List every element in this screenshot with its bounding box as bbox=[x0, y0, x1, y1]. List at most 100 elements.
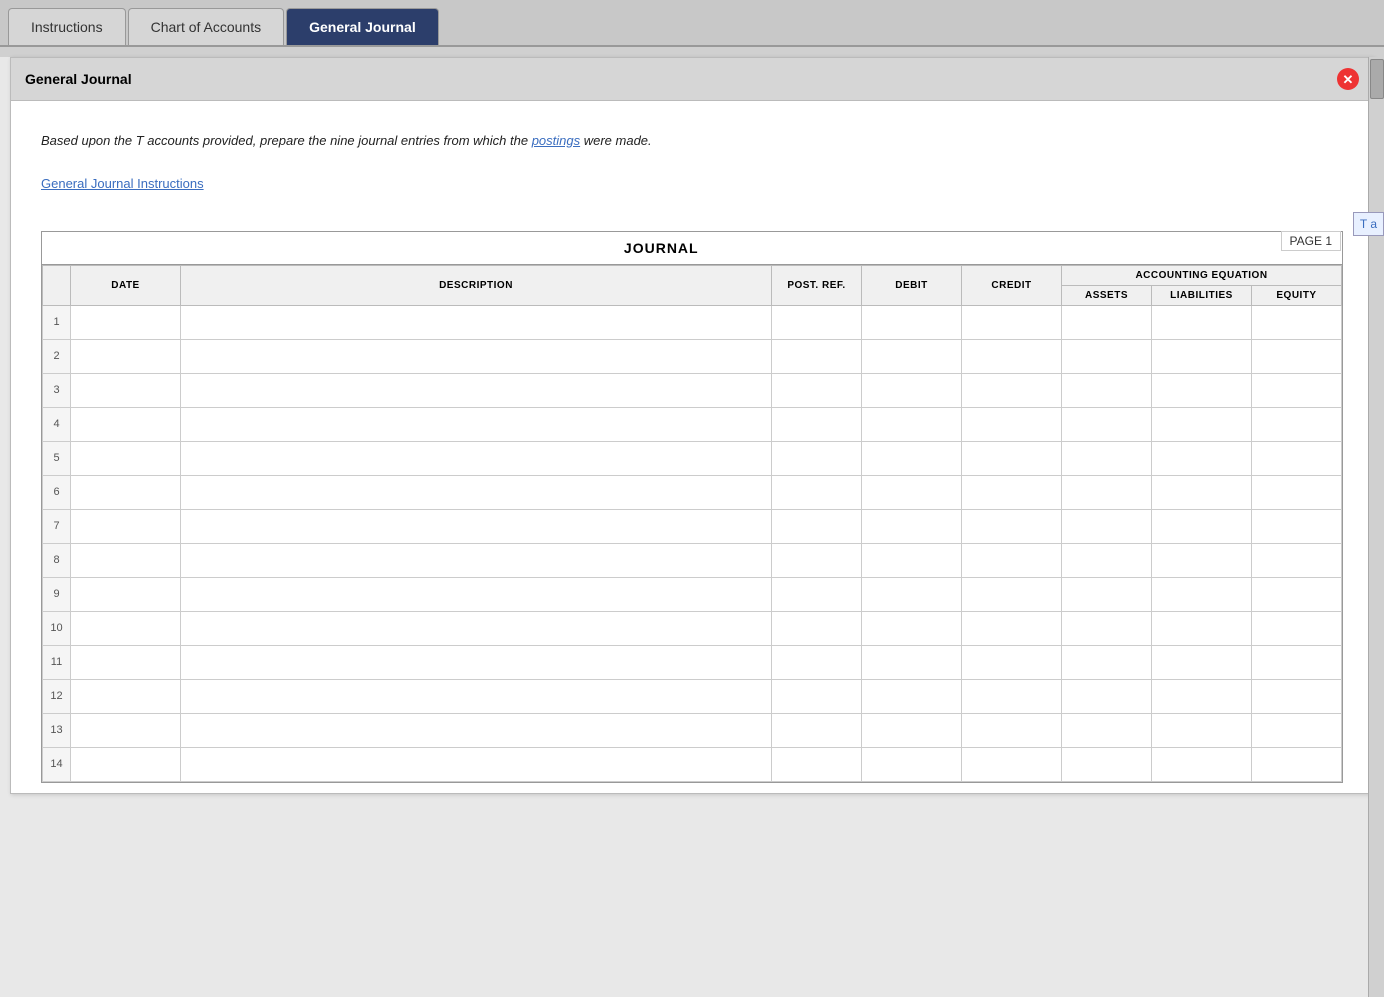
cell-input-col-postref[interactable] bbox=[776, 723, 857, 737]
close-button[interactable]: ✕ bbox=[1337, 68, 1359, 90]
cell-input-col-date[interactable] bbox=[75, 689, 176, 703]
cell-input-col-postref[interactable] bbox=[776, 621, 857, 635]
cell-input-col-credit[interactable] bbox=[966, 315, 1057, 329]
cell-input-col-postref[interactable] bbox=[776, 451, 857, 465]
cell-input-col-assets[interactable] bbox=[1066, 349, 1147, 363]
cell-input-col-date[interactable] bbox=[75, 349, 176, 363]
cell-input-col-assets[interactable] bbox=[1066, 757, 1147, 771]
cell-input-col-date[interactable] bbox=[75, 519, 176, 533]
cell-input-col-equity[interactable] bbox=[1256, 655, 1337, 669]
cell-input-col-credit[interactable] bbox=[966, 587, 1057, 601]
tab-general-journal[interactable]: General Journal bbox=[286, 8, 439, 45]
cell-input-col-postref[interactable] bbox=[776, 655, 857, 669]
cell-input-col-debit[interactable] bbox=[866, 689, 957, 703]
cell-input-col-credit[interactable] bbox=[966, 655, 1057, 669]
cell-input-col-date[interactable] bbox=[75, 553, 176, 567]
cell-input-col-postref[interactable] bbox=[776, 757, 857, 771]
cell-input-col-equity[interactable] bbox=[1256, 723, 1337, 737]
cell-input-col-equity[interactable] bbox=[1256, 689, 1337, 703]
cell-input-col-date[interactable] bbox=[75, 757, 176, 771]
tab-chart-of-accounts[interactable]: Chart of Accounts bbox=[128, 8, 285, 45]
cell-input-col-desc[interactable] bbox=[185, 349, 767, 363]
cell-input-col-date[interactable] bbox=[75, 417, 176, 431]
cell-input-col-equity[interactable] bbox=[1256, 757, 1337, 771]
cell-input-col-equity[interactable] bbox=[1256, 621, 1337, 635]
cell-input-col-postref[interactable] bbox=[776, 553, 857, 567]
cell-input-col-debit[interactable] bbox=[866, 723, 957, 737]
cell-input-col-postref[interactable] bbox=[776, 383, 857, 397]
right-panel-hint[interactable]: T a bbox=[1353, 212, 1384, 236]
cell-input-col-credit[interactable] bbox=[966, 417, 1057, 431]
cell-input-col-desc[interactable] bbox=[185, 621, 767, 635]
cell-input-col-postref[interactable] bbox=[776, 315, 857, 329]
cell-input-col-desc[interactable] bbox=[185, 485, 767, 499]
scrollbar[interactable] bbox=[1368, 57, 1384, 997]
cell-input-col-liabilities[interactable] bbox=[1156, 553, 1247, 567]
cell-input-col-assets[interactable] bbox=[1066, 723, 1147, 737]
cell-input-col-date[interactable] bbox=[75, 587, 176, 601]
cell-input-col-equity[interactable] bbox=[1256, 383, 1337, 397]
cell-input-col-date[interactable] bbox=[75, 655, 176, 669]
cell-input-col-debit[interactable] bbox=[866, 315, 957, 329]
cell-input-col-desc[interactable] bbox=[185, 315, 767, 329]
cell-input-col-debit[interactable] bbox=[866, 621, 957, 635]
cell-input-col-postref[interactable] bbox=[776, 485, 857, 499]
cell-input-col-liabilities[interactable] bbox=[1156, 349, 1247, 363]
cell-input-col-equity[interactable] bbox=[1256, 417, 1337, 431]
cell-input-col-equity[interactable] bbox=[1256, 485, 1337, 499]
cell-input-col-date[interactable] bbox=[75, 315, 176, 329]
cell-input-col-date[interactable] bbox=[75, 621, 176, 635]
cell-input-col-liabilities[interactable] bbox=[1156, 757, 1247, 771]
cell-input-col-debit[interactable] bbox=[866, 349, 957, 363]
cell-input-col-date[interactable] bbox=[75, 383, 176, 397]
cell-input-col-credit[interactable] bbox=[966, 553, 1057, 567]
cell-input-col-liabilities[interactable] bbox=[1156, 383, 1247, 397]
cell-input-col-liabilities[interactable] bbox=[1156, 315, 1247, 329]
cell-input-col-debit[interactable] bbox=[866, 519, 957, 533]
cell-input-col-debit[interactable] bbox=[866, 553, 957, 567]
cell-input-col-desc[interactable] bbox=[185, 723, 767, 737]
cell-input-col-credit[interactable] bbox=[966, 451, 1057, 465]
cell-input-col-debit[interactable] bbox=[866, 485, 957, 499]
cell-input-col-debit[interactable] bbox=[866, 587, 957, 601]
cell-input-col-postref[interactable] bbox=[776, 417, 857, 431]
cell-input-col-assets[interactable] bbox=[1066, 553, 1147, 567]
cell-input-col-equity[interactable] bbox=[1256, 451, 1337, 465]
cell-input-col-credit[interactable] bbox=[966, 383, 1057, 397]
cell-input-col-desc[interactable] bbox=[185, 689, 767, 703]
cell-input-col-desc[interactable] bbox=[185, 383, 767, 397]
cell-input-col-assets[interactable] bbox=[1066, 315, 1147, 329]
cell-input-col-date[interactable] bbox=[75, 485, 176, 499]
cell-input-col-liabilities[interactable] bbox=[1156, 723, 1247, 737]
cell-input-col-equity[interactable] bbox=[1256, 315, 1337, 329]
cell-input-col-postref[interactable] bbox=[776, 689, 857, 703]
cell-input-col-liabilities[interactable] bbox=[1156, 621, 1247, 635]
cell-input-col-credit[interactable] bbox=[966, 723, 1057, 737]
cell-input-col-assets[interactable] bbox=[1066, 621, 1147, 635]
scrollbar-thumb[interactable] bbox=[1370, 59, 1384, 99]
cell-input-col-credit[interactable] bbox=[966, 689, 1057, 703]
cell-input-col-equity[interactable] bbox=[1256, 553, 1337, 567]
cell-input-col-debit[interactable] bbox=[866, 383, 957, 397]
cell-input-col-credit[interactable] bbox=[966, 349, 1057, 363]
cell-input-col-postref[interactable] bbox=[776, 519, 857, 533]
cell-input-col-postref[interactable] bbox=[776, 587, 857, 601]
tab-instructions[interactable]: Instructions bbox=[8, 8, 126, 45]
cell-input-col-liabilities[interactable] bbox=[1156, 689, 1247, 703]
cell-input-col-debit[interactable] bbox=[866, 417, 957, 431]
cell-input-col-assets[interactable] bbox=[1066, 383, 1147, 397]
cell-input-col-assets[interactable] bbox=[1066, 485, 1147, 499]
cell-input-col-debit[interactable] bbox=[866, 655, 957, 669]
cell-input-col-postref[interactable] bbox=[776, 349, 857, 363]
general-journal-instructions-link[interactable]: General Journal Instructions bbox=[41, 176, 1343, 191]
cell-input-col-desc[interactable] bbox=[185, 655, 767, 669]
cell-input-col-desc[interactable] bbox=[185, 417, 767, 431]
cell-input-col-assets[interactable] bbox=[1066, 519, 1147, 533]
cell-input-col-debit[interactable] bbox=[866, 757, 957, 771]
cell-input-col-desc[interactable] bbox=[185, 553, 767, 567]
cell-input-col-equity[interactable] bbox=[1256, 349, 1337, 363]
cell-input-col-assets[interactable] bbox=[1066, 451, 1147, 465]
cell-input-col-assets[interactable] bbox=[1066, 587, 1147, 601]
cell-input-col-liabilities[interactable] bbox=[1156, 587, 1247, 601]
cell-input-col-liabilities[interactable] bbox=[1156, 417, 1247, 431]
